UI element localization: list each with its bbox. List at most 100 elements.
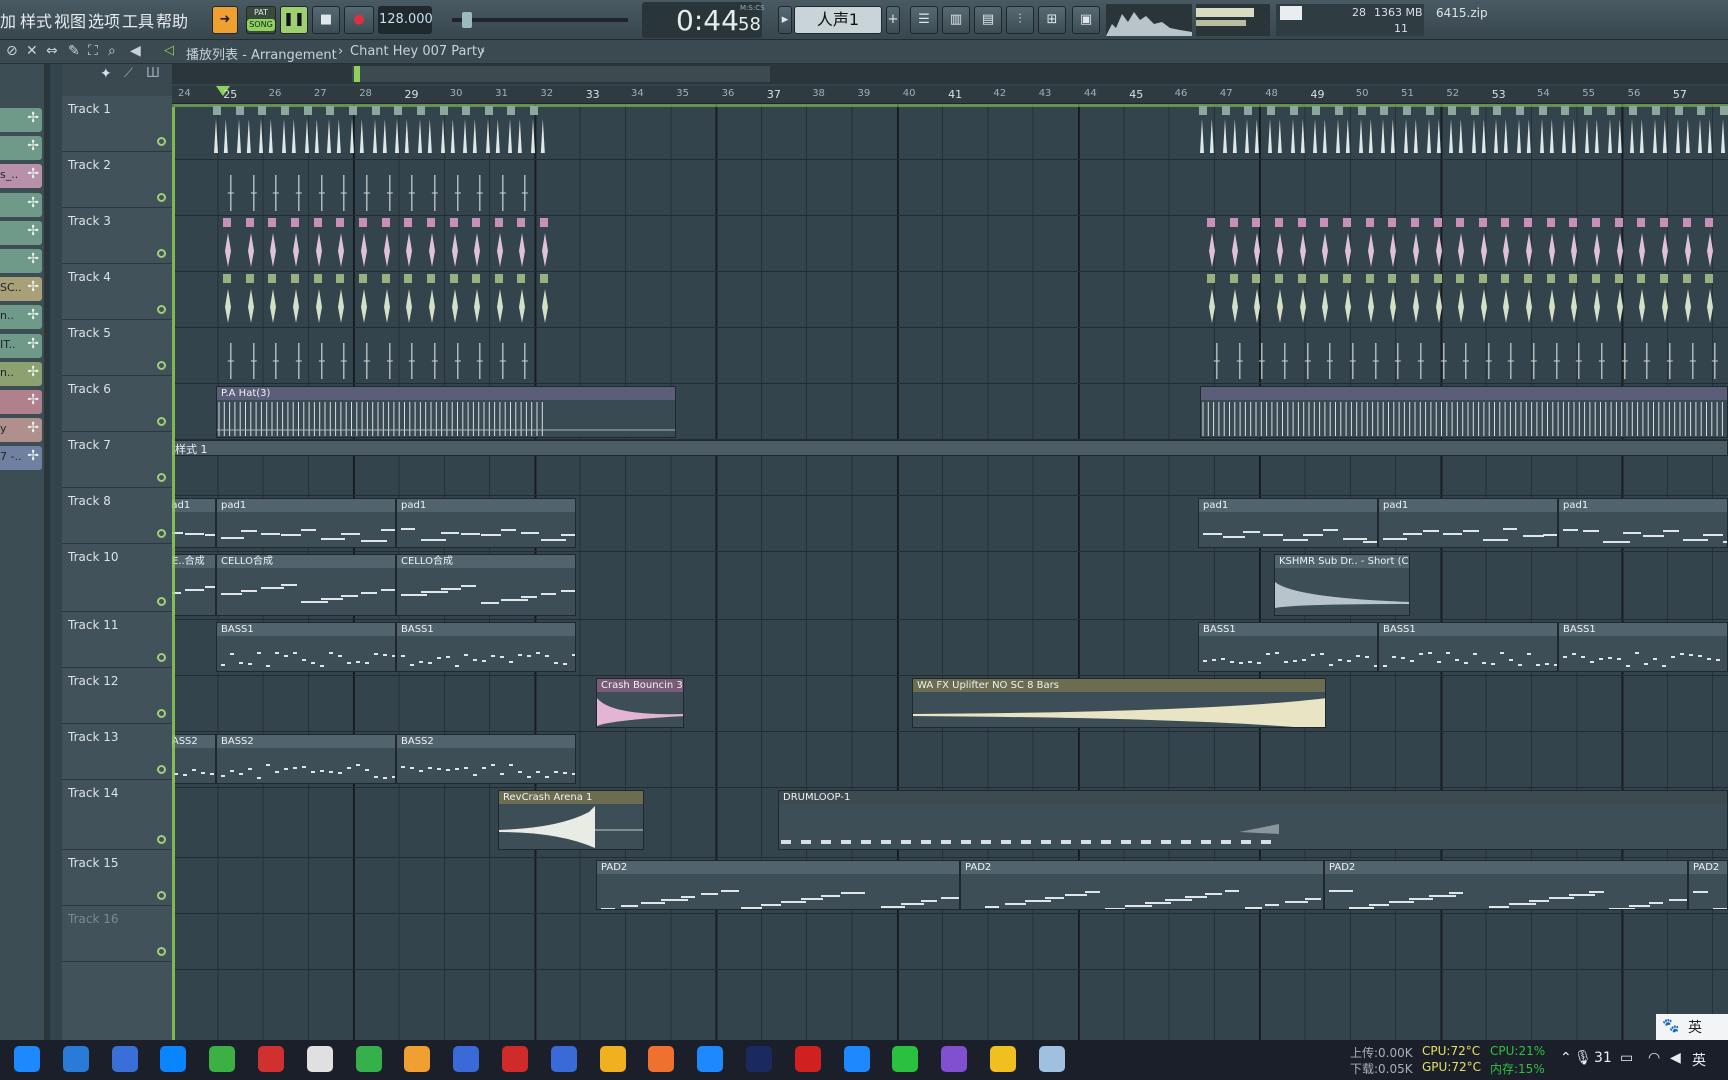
track-name[interactable]: Track 2 [68, 158, 111, 172]
drum-clip[interactable] [1546, 217, 1568, 271]
drum-clip[interactable] [1659, 273, 1681, 327]
drum-clip[interactable] [1546, 329, 1568, 383]
track-header[interactable]: Track 6 [62, 376, 172, 432]
channel-rack-icon[interactable]: ▤ [974, 6, 1002, 34]
drum-clip[interactable] [379, 329, 401, 383]
drum-clip[interactable] [1704, 217, 1726, 271]
drum-clip[interactable] [539, 217, 561, 271]
search-icon[interactable] [14, 1046, 40, 1072]
drum-clip[interactable] [1319, 329, 1341, 383]
drum-clip[interactable] [1229, 217, 1251, 271]
pad1-clip[interactable]: pad1 [1198, 498, 1378, 548]
drum-clip[interactable] [1274, 217, 1296, 271]
no-icon[interactable]: ⊘ [6, 43, 18, 59]
bass2-clip[interactable]: BASS2 [396, 734, 576, 784]
track-name[interactable]: Track 15 [68, 856, 118, 870]
pad1-clip[interactable]: pad1 [1558, 498, 1728, 548]
pad2-clip[interactable]: PAD2 [596, 860, 960, 910]
ime-bar[interactable]: 🐾 英 [1656, 1014, 1728, 1040]
bass1-clip[interactable]: BASS1 [1198, 622, 1378, 672]
track-active-led[interactable] [157, 137, 166, 146]
drum-clip[interactable] [469, 329, 491, 383]
track-active-led[interactable] [157, 765, 166, 774]
drum-clip[interactable] [1628, 105, 1650, 159]
drum-clip[interactable] [1568, 217, 1590, 271]
speaker-icon[interactable]: ◀ [130, 43, 141, 59]
track-name[interactable]: Track 10 [68, 550, 118, 564]
picker-scrollbar[interactable] [44, 64, 50, 1040]
plus-icon[interactable]: ✢ [27, 223, 39, 239]
drum-clip[interactable] [1523, 217, 1545, 271]
drum-clip[interactable] [424, 329, 446, 383]
drum-clip[interactable] [1274, 273, 1296, 327]
drum-clip[interactable] [1614, 329, 1636, 383]
track-active-led[interactable] [157, 653, 166, 662]
stop-button[interactable]: ■ [312, 6, 340, 34]
track-header[interactable]: Track 10 [62, 544, 172, 612]
drum-clip[interactable] [1433, 217, 1455, 271]
zoom-icon[interactable]: ⌕ [108, 43, 116, 59]
hat-clip-2[interactable] [1200, 386, 1728, 438]
drum-clip[interactable] [393, 105, 415, 159]
drum-clip[interactable] [1379, 105, 1401, 159]
drum-clip[interactable] [401, 329, 423, 383]
edge-icon[interactable] [160, 1046, 187, 1072]
drum-clip[interactable] [1251, 217, 1273, 271]
cello-clip[interactable]: CE..合成 [172, 554, 216, 616]
drum-clip[interactable] [494, 217, 516, 271]
track-header[interactable]: Track 8 [62, 488, 172, 544]
drum-clip[interactable] [356, 329, 378, 383]
drum-clip[interactable] [290, 217, 312, 271]
drum-clip[interactable] [290, 273, 312, 327]
drum-clip[interactable] [235, 105, 257, 159]
pdf-icon[interactable] [794, 1046, 821, 1072]
drum-clip[interactable] [1659, 329, 1681, 383]
drum-clip[interactable] [1425, 105, 1447, 159]
drum-clip[interactable] [1478, 329, 1500, 383]
cello-clip[interactable]: CELLO合成 [396, 554, 576, 616]
track-name[interactable]: Track 11 [68, 618, 118, 632]
drum-clip[interactable] [212, 105, 234, 159]
drum-clip[interactable] [1704, 329, 1726, 383]
drum-clip[interactable] [1433, 329, 1455, 383]
track-name[interactable]: Track 16 [68, 912, 118, 926]
menu-help[interactable]: 帮助 [156, 8, 188, 32]
hat-clip[interactable]: P.A Hat(3) [216, 386, 676, 438]
drum-clip[interactable] [1682, 329, 1704, 383]
drum-clip[interactable] [1266, 105, 1288, 159]
menu-patterns[interactable]: 样式 [20, 8, 52, 32]
plus-icon[interactable]: ✢ [27, 448, 39, 464]
drum-clip[interactable] [426, 217, 448, 271]
channel-button[interactable]: y ✢ [0, 418, 42, 443]
drum-clip[interactable] [288, 161, 310, 215]
track-name[interactable]: Track 4 [68, 270, 111, 284]
drum-clip[interactable] [356, 161, 378, 215]
store-icon[interactable] [843, 1046, 870, 1072]
drum-clip[interactable] [1447, 105, 1469, 159]
drum-clip[interactable] [514, 161, 536, 215]
drum-clip[interactable] [1636, 217, 1658, 271]
overview-scrollbar[interactable] [172, 64, 1728, 84]
drum-clip[interactable] [1500, 329, 1522, 383]
plus-icon[interactable]: ✢ [27, 392, 39, 408]
drum-clip[interactable] [1402, 105, 1424, 159]
track-header[interactable]: Track 11 [62, 612, 172, 668]
files-icon[interactable] [62, 1046, 89, 1072]
drum-clip[interactable] [529, 105, 551, 159]
track-name[interactable]: Track 5 [68, 326, 111, 340]
plus-icon[interactable]: ✢ [27, 420, 39, 436]
drum-clip[interactable] [265, 329, 287, 383]
slip-icon[interactable]: ⇔ [46, 43, 58, 59]
drum-clip[interactable] [1387, 329, 1409, 383]
piano-roll-icon[interactable]: ▥ [942, 6, 970, 34]
master-pitch-slider[interactable] [452, 18, 628, 22]
tempo-display[interactable]: 128.000 [378, 6, 433, 34]
time-display[interactable]: 0:44 58 M:S:CS [642, 2, 765, 38]
drum-clip[interactable] [492, 161, 514, 215]
pad1-clip[interactable]: pad1 [396, 498, 576, 548]
drum-clip[interactable] [1433, 273, 1455, 327]
bass1-clip[interactable]: BASS1 [216, 622, 396, 672]
pad1-clip[interactable]: pad1 [216, 498, 396, 548]
track-name[interactable]: Track 14 [68, 786, 118, 800]
drum-clip[interactable] [1289, 105, 1311, 159]
